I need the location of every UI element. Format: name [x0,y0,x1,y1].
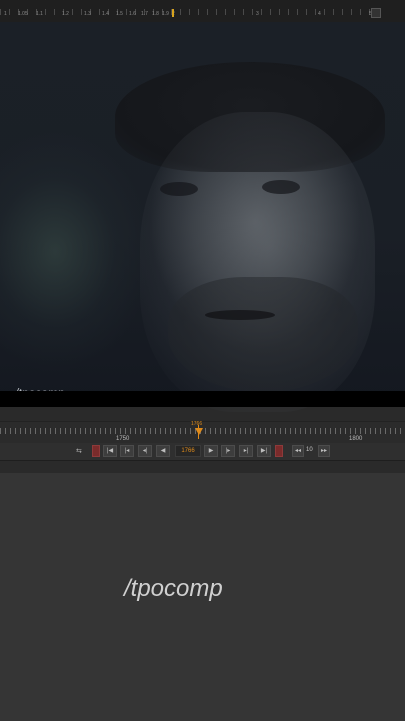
image-content [160,182,198,196]
play-icon: ▶ [208,448,214,454]
skip-to-start-icon: |◀ [106,448,114,454]
zoom-ruler[interactable]: 1 1.05 1.1 1.2 1.3 1.4 1.5 1.6 1.7 1.8 1… [0,0,405,23]
image-content [168,277,358,392]
image-viewer[interactable]: /tpocomp [0,22,405,412]
current-frame-field[interactable]: 1766 [175,445,201,457]
ruler-label: 1.05 [18,11,28,17]
out-point-button[interactable] [275,445,283,457]
playhead-icon[interactable] [195,428,203,435]
ruler-label: 1.5 [116,11,123,17]
ruler-label: 1.8 [152,11,159,17]
prev-key-icon: |◂ [124,448,130,454]
last-frame-button[interactable]: ▶| [257,445,271,457]
zoom-marker[interactable] [172,9,174,17]
ruler-label: 1.2 [62,11,69,17]
viewer-letterbox [0,391,405,407]
transport-bar: ⇆ |◀ |◂ ◂| ◀ 1766 ▶ |▸ ▸| ▶| ◂◂ 10 ▸▸ [0,443,405,460]
step-forward-icon: |▸ [225,448,231,454]
next-keyframe-button[interactable]: ▸| [239,445,253,457]
increment-value[interactable]: 10 [306,447,313,453]
in-point-button[interactable] [92,445,100,457]
timeline-label-left: 1750 [116,436,130,442]
step-back-increment-button[interactable]: ◂◂ [292,445,304,457]
ruler-label: 1.4 [102,11,109,17]
panel-watermark: /tpocomp [124,575,223,602]
play-backward-button[interactable]: ◀ [156,445,170,457]
ruler-label: 1.9 [162,11,169,17]
ruler-label: 1 [4,11,7,17]
step-forward-button[interactable]: |▸ [221,445,235,457]
ruler-label: 1.7 [141,11,148,17]
first-frame-button[interactable]: |◀ [103,445,117,457]
ruler-label: 4 [318,11,321,17]
playhead-frame-label: 1766 [191,421,203,427]
play-forward-button[interactable]: ▶ [204,445,218,457]
timeline-label-right: 1800 [349,436,363,442]
step-back-icon: ◂| [142,448,148,454]
image-content [205,310,275,320]
node-graph-panel[interactable]: /tpocomp [0,460,405,721]
ruler-end-button[interactable] [371,8,381,18]
zoom-ruler-labels: 1 1.05 1.1 1.2 1.3 1.4 1.5 1.6 1.7 1.8 1… [4,11,375,21]
play-backward-icon: ◀ [160,448,166,454]
ruler-label: 3 [256,11,259,17]
camera-sync-icon[interactable]: ⇆ [76,447,82,455]
step-back-button[interactable]: ◂| [138,445,152,457]
fast-forward-icon: ▸▸ [320,448,328,454]
timeline[interactable]: 1766 1750 1800 [0,421,405,444]
next-key-icon: ▸| [243,448,249,454]
ruler-label: 1.6 [129,11,136,17]
ruler-label: 1.3 [84,11,91,17]
image-content [262,180,300,194]
rewind-icon: ◂◂ [294,448,302,454]
step-forward-increment-button[interactable]: ▸▸ [318,445,330,457]
panel-tab-strip [0,461,405,473]
ruler-label: 1.1 [36,11,43,17]
prev-keyframe-button[interactable]: |◂ [120,445,134,457]
skip-to-end-icon: ▶| [260,448,268,454]
